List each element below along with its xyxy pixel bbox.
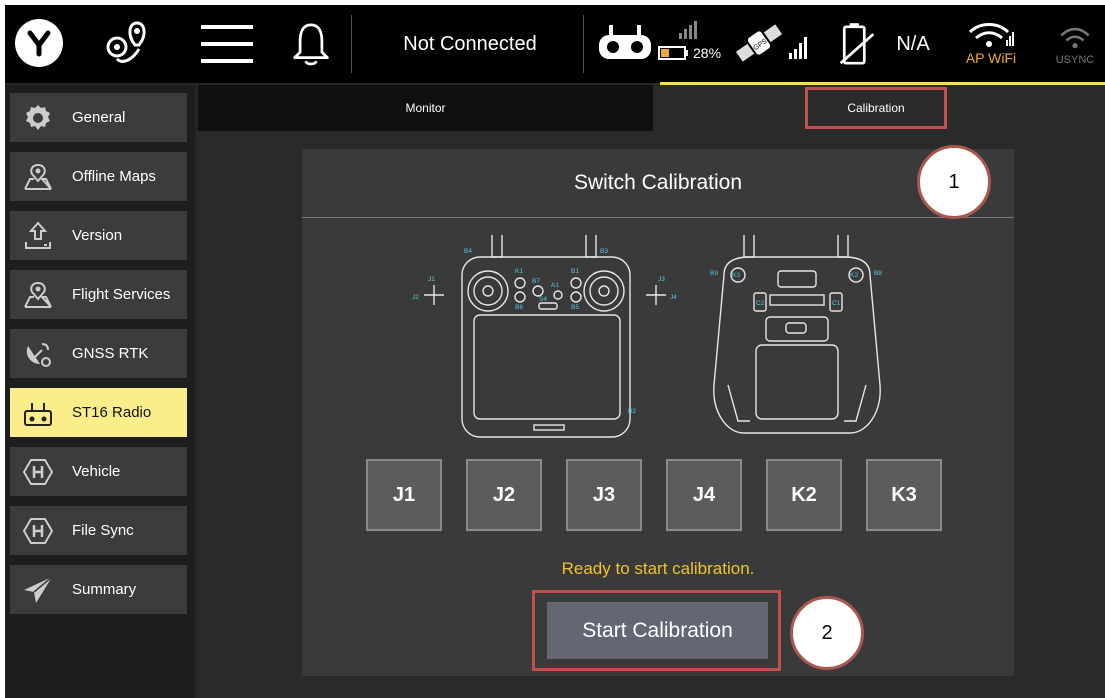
switch-button-j2[interactable]: J2	[466, 459, 542, 531]
ap-wifi-indicator[interactable]: AP WiFi	[960, 19, 1022, 69]
callout-marker-2: 2	[790, 596, 864, 670]
switch-button-k3[interactable]: K3	[866, 459, 942, 531]
sidebar-item-label: GNSS RTK	[72, 345, 149, 362]
sidebar-item-gnss-rtk[interactable]: GNSS RTK	[10, 329, 187, 378]
gps-satellite-icon: GPS	[731, 15, 815, 71]
calibration-status-text: Ready to start calibration.	[561, 559, 755, 578]
route-planning-icon[interactable]	[103, 19, 155, 69]
usync-label: USYNC	[1055, 54, 1095, 66]
switch-button-k2[interactable]: K2	[766, 459, 842, 531]
drone-battery-icon	[835, 19, 879, 71]
rc-controller-diagram: B4 B3 K1B7 B1A1 B6 B5 S4B2 J1J2 J3J4 B9 K3 …	[412, 235, 882, 438]
panel-title: Switch Calibration	[573, 171, 743, 194]
svg-text:B4: B4	[464, 248, 472, 255]
svg-text:B6: B6	[515, 304, 523, 311]
sidebar-item-st16-radio[interactable]: ST16 Radio	[10, 388, 187, 437]
svg-text:B2: B2	[628, 408, 636, 415]
topbar-divider	[351, 15, 352, 73]
svg-text:K2: K2	[850, 272, 858, 279]
switch-calibration-panel: Switch Calibration B4 B3 K1 B7 B1 A1 B6 …	[302, 149, 1014, 676]
topbar-divider	[583, 15, 584, 73]
svg-text:C2: C2	[756, 300, 765, 307]
tab-calibration-label: Calibration	[847, 101, 905, 115]
usync-wifi-icon	[1060, 27, 1090, 49]
sidebar-item-file-sync[interactable]: File Sync	[10, 506, 187, 555]
svg-text:B8: B8	[874, 270, 882, 277]
connection-status: Not Connected	[403, 32, 537, 55]
tab-bar: Monitor Calibration	[198, 85, 1105, 131]
tab-calibration[interactable]: Calibration	[653, 85, 1105, 131]
sidebar-item-label: Vehicle	[72, 463, 121, 480]
hamburger-menu-icon[interactable]	[201, 23, 253, 65]
sidebar-item-summary[interactable]: Summary	[10, 565, 187, 614]
svg-text:B5: B5	[571, 304, 579, 311]
svg-text:B3: B3	[600, 248, 608, 255]
ap-wifi-label: AP WiFi	[965, 50, 1017, 66]
notification-bell-icon[interactable]	[289, 19, 333, 69]
sidebar-item-label: Summary	[72, 581, 137, 598]
calibration-tab-highlight: Calibration	[805, 87, 947, 129]
drone-battery-status: N/A	[896, 32, 930, 55]
svg-text:J4: J4	[670, 294, 677, 301]
satellite-dish-icon	[14, 329, 62, 378]
svg-text:J3: J3	[658, 276, 665, 283]
sidebar-item-offline-maps[interactable]: Offline Maps	[10, 152, 187, 201]
gear-icon	[14, 93, 62, 142]
svg-text:A1: A1	[551, 282, 559, 289]
rc-battery-percent: 28%	[693, 45, 722, 61]
svg-text:B7: B7	[532, 278, 540, 285]
sidebar-item-version[interactable]: Version	[10, 211, 187, 260]
svg-text:S4: S4	[539, 296, 547, 303]
map-pin-icon	[14, 270, 62, 319]
top-bar: Not Connected 28% GPS N/A AP WiFi USYNC	[5, 5, 1105, 85]
svg-text:J2: J2	[412, 294, 419, 301]
sidebar-item-label: Offline Maps	[72, 168, 156, 185]
sidebar-item-vehicle[interactable]: Vehicle	[10, 447, 187, 496]
remote-control-icon	[14, 388, 62, 437]
svg-text:B9: B9	[710, 270, 718, 277]
svg-text:K1: K1	[515, 268, 523, 275]
map-pin-icon	[14, 152, 62, 201]
sidebar-item-label: File Sync	[72, 522, 134, 539]
upload-icon	[14, 211, 62, 260]
svg-text:B1: B1	[571, 268, 579, 275]
app-window: Not Connected 28% GPS N/A AP WiFi USYNC …	[5, 5, 1105, 698]
hexagon-h-icon	[14, 506, 62, 555]
remote-controller-icon	[597, 25, 653, 61]
svg-text:J1: J1	[428, 276, 435, 283]
tab-monitor[interactable]: Monitor	[198, 85, 653, 131]
callout-marker-1: 1	[917, 145, 991, 219]
switch-button-j3[interactable]: J3	[566, 459, 642, 531]
sidebar-item-label: Flight Services	[72, 286, 171, 303]
main-content: Monitor Calibration Switch Calibration B…	[198, 85, 1105, 698]
start-calibration-button[interactable]: Start Calibration	[547, 602, 768, 659]
sidebar-item-flight-services[interactable]: Flight Services	[10, 270, 187, 319]
switch-button-j1[interactable]: J1	[366, 459, 442, 531]
settings-sidebar: General Offline Maps Version Flight Serv…	[5, 85, 195, 698]
panel-divider	[302, 217, 1014, 218]
svg-text:C1: C1	[832, 300, 841, 307]
usync-indicator[interactable]: USYNC	[1049, 21, 1101, 71]
switch-button-j4[interactable]: J4	[666, 459, 742, 531]
paper-plane-icon	[14, 565, 62, 614]
sidebar-item-label: General	[72, 109, 126, 126]
svg-text:K3: K3	[732, 272, 740, 279]
tab-monitor-label: Monitor	[405, 101, 446, 115]
sidebar-item-label: Version	[72, 227, 123, 244]
app-logo-icon[interactable]	[15, 19, 63, 67]
switch-indicator-row: J1 J2 J3 J4 K2 K3	[366, 459, 966, 531]
wifi-icon	[968, 23, 1014, 47]
start-calibration-highlight: Start Calibration	[532, 590, 781, 671]
hexagon-h-icon	[14, 447, 62, 496]
sidebar-item-general[interactable]: General	[10, 93, 187, 142]
sidebar-item-label: ST16 Radio	[72, 404, 152, 421]
